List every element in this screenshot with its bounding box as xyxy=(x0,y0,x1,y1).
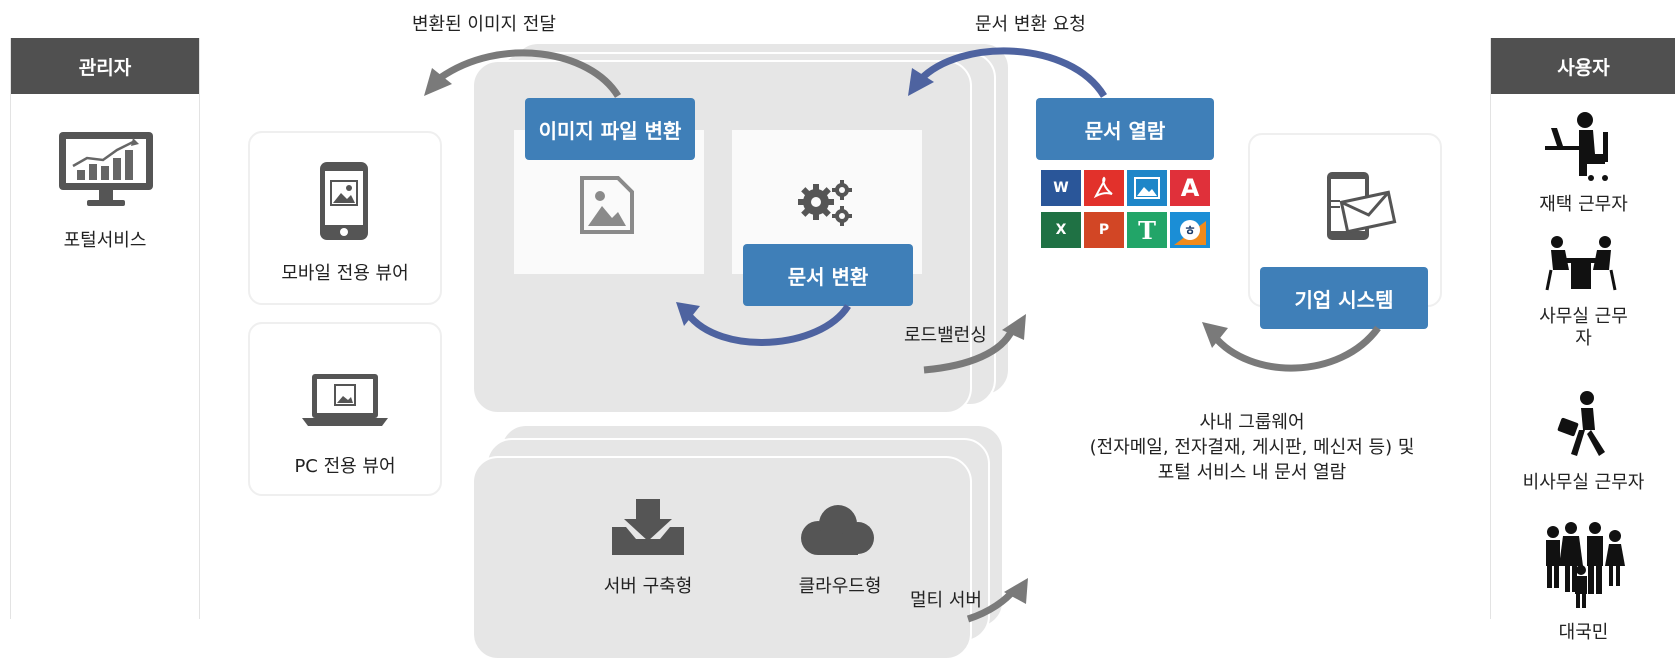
user-outside-label: 비사무실 근무자 xyxy=(1522,472,1645,493)
powerpoint-icon: P xyxy=(1084,212,1124,248)
groupware-line-2: (전자메일, 전자결재, 게시판, 메신저 등) 및 xyxy=(1089,437,1415,458)
user-panel: 사용자 재택 근무자 사무실 근무 자 비사무실 근무자 대국민 xyxy=(1490,38,1675,643)
image-convert-button[interactable]: 이미지 파일 변환 xyxy=(525,98,695,160)
user-citizen-label: 대국민 xyxy=(1558,622,1609,643)
user-office-label: 사무실 근무 자 xyxy=(1491,306,1675,350)
pdf-icon xyxy=(1084,170,1124,206)
groupware-note: 사내 그룹웨어 (전자메일, 전자결재, 게시판, 메신저 등) 및 포털 서비… xyxy=(1060,410,1444,485)
doc-view-button[interactable]: 문서 열람 xyxy=(1036,98,1214,160)
image-file-icon xyxy=(580,176,634,238)
deploy-stack-main xyxy=(472,456,972,660)
multi-server-note: 멀티 서버 xyxy=(910,590,982,611)
mail-tablet-icon xyxy=(1326,171,1404,245)
gears-icon xyxy=(796,178,856,234)
word-icon: W xyxy=(1041,170,1081,206)
cloud-icon xyxy=(796,504,876,560)
converted-image-note: 변환된 이미지 전달 xyxy=(412,14,556,35)
monitor-chart-icon xyxy=(57,130,155,214)
groupware-line-1: 사내 그룹웨어 xyxy=(1199,412,1305,433)
walking-worker-icon xyxy=(1555,390,1611,464)
portal-service-label: 포털서비스 xyxy=(63,230,147,251)
converted-image-arrowhead xyxy=(424,68,452,96)
excel-icon: X xyxy=(1041,212,1081,248)
citizens-group-icon xyxy=(1541,522,1627,614)
admin-header: 관리자 xyxy=(11,38,199,94)
hangul-icon: ㅎ xyxy=(1170,212,1210,248)
download-tray-icon xyxy=(610,497,686,561)
mobile-viewer-card: 모바일 전용 뷰어 xyxy=(248,131,442,305)
user-remote-label: 재택 근무자 xyxy=(1539,194,1628,215)
enterprise-arrowhead xyxy=(1202,322,1228,348)
format-grid: W A X P T ㅎ xyxy=(1041,170,1213,252)
svg-text:ㅎ: ㅎ xyxy=(1184,224,1196,239)
laptop-icon xyxy=(302,372,388,432)
office-worker-icon xyxy=(1543,234,1619,298)
doc-convert-button[interactable]: 문서 변환 xyxy=(743,244,913,306)
admin-panel: 관리자 포털서비스 xyxy=(10,38,200,619)
user-office-text: 사무실 근무 자 xyxy=(1539,306,1628,349)
multi-server-arrowhead xyxy=(1004,578,1028,604)
groupware-line-3: 포털 서비스 내 문서 열람 xyxy=(1157,462,1347,483)
enterprise-button[interactable]: 기업 시스템 xyxy=(1260,267,1428,329)
convert-request-note: 문서 변환 요청 xyxy=(975,14,1086,35)
remote-worker-icon xyxy=(1543,110,1619,186)
onprem-label: 서버 구축형 xyxy=(603,576,693,597)
pc-viewer-label: PC 전용 뷰어 xyxy=(294,456,396,477)
text-icon: T xyxy=(1127,212,1167,248)
hwp-a-icon: A xyxy=(1170,170,1210,206)
user-header: 사용자 xyxy=(1491,38,1675,94)
enterprise-arrow xyxy=(1211,325,1381,372)
cloud-label: 클라우드형 xyxy=(798,576,882,597)
mobile-viewer-label: 모바일 전용 뷰어 xyxy=(281,263,409,284)
pc-viewer-card: PC 전용 뷰어 xyxy=(248,322,442,496)
load-balancing-note: 로드밸런싱 xyxy=(904,325,987,346)
image-format-icon xyxy=(1127,170,1167,206)
mobile-phone-icon xyxy=(319,161,369,245)
